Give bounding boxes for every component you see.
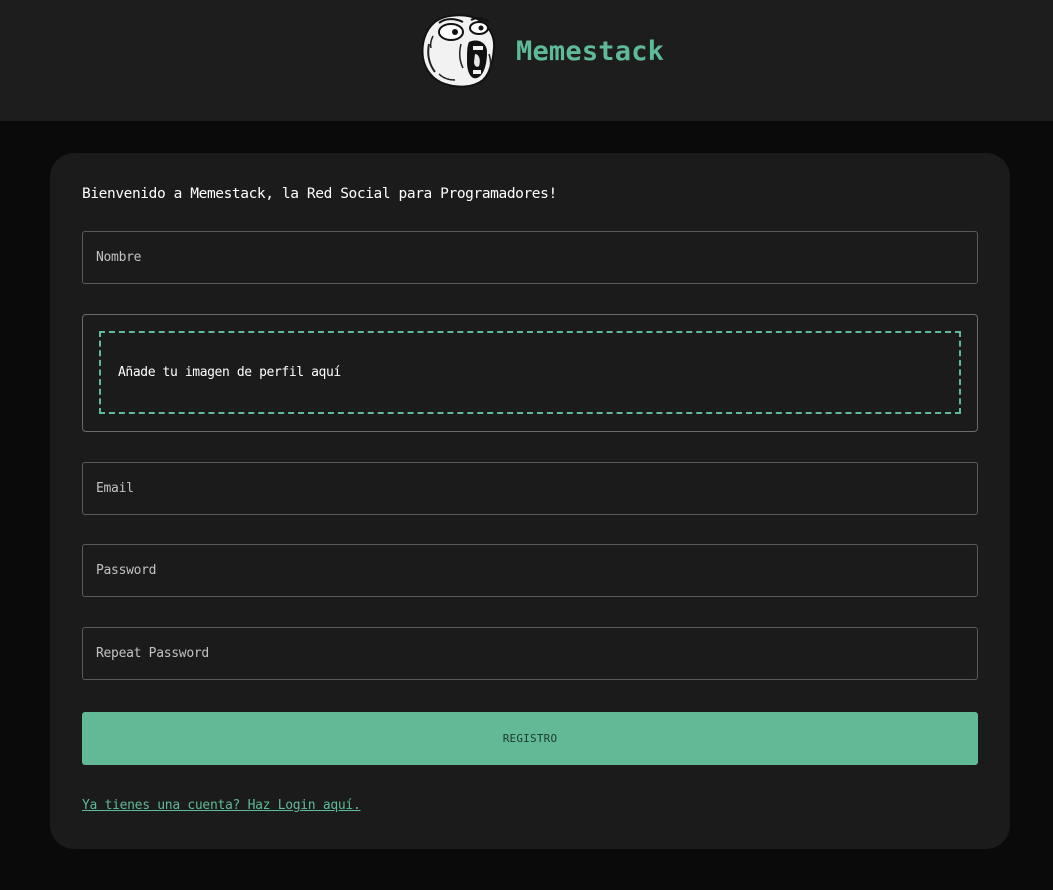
welcome-message: Bienvenido a Memestack, la Red Social pa… (82, 186, 557, 202)
avatar-upload-box: Añade tu imagen de perfil aquí (82, 314, 978, 432)
login-link[interactable]: Ya tienes una cuenta? Haz Login aquí. (82, 798, 361, 813)
brand-name: Memestack (516, 35, 665, 67)
name-field[interactable] (82, 231, 978, 284)
register-card: Bienvenido a Memestack, la Red Social pa… (50, 153, 1010, 849)
brand-home-link[interactable]: Memestack (421, 14, 664, 88)
password-field[interactable] (82, 544, 978, 597)
repeat-password-field[interactable] (82, 627, 978, 680)
register-button[interactable]: REGISTRO (82, 712, 978, 765)
email-field[interactable] (82, 462, 978, 515)
top-header: Memestack (0, 0, 1053, 121)
troll-face-icon (421, 14, 496, 88)
avatar-dropzone[interactable]: Añade tu imagen de perfil aquí (99, 331, 961, 414)
avatar-dropzone-label: Añade tu imagen de perfil aquí (118, 365, 341, 380)
